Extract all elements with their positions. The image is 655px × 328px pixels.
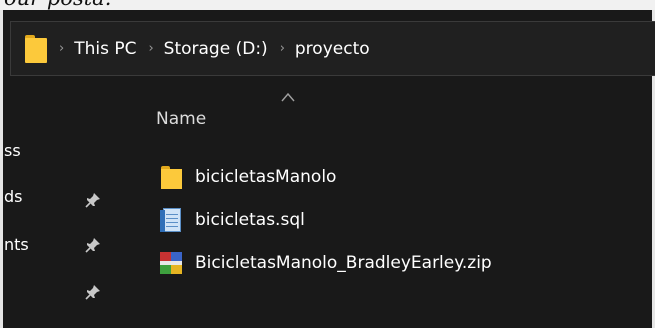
breadcrumb-separator[interactable]: › — [148, 41, 153, 56]
breadcrumb-proyecto[interactable]: proyecto — [295, 39, 370, 59]
list-item[interactable]: BicicletasManolo_BradleyEarley.zip — [157, 249, 492, 277]
list-item[interactable]: bicicletas.sql — [157, 206, 305, 234]
nav-item-documents[interactable]: nts — [4, 235, 29, 254]
breadcrumb-separator[interactable]: › — [280, 41, 285, 56]
folder-icon — [157, 163, 185, 191]
column-header-name[interactable]: Name — [156, 109, 206, 129]
breadcrumb-storage-d[interactable]: Storage (D:) — [164, 39, 268, 59]
winrar-archive-icon — [157, 249, 185, 277]
pin-icon[interactable] — [85, 192, 101, 208]
address-bar[interactable]: › This PC › Storage (D:) › proyecto — [10, 21, 655, 76]
file-name: bicicletas.sql — [195, 210, 305, 230]
pin-icon[interactable] — [85, 237, 101, 253]
folder-icon — [25, 34, 47, 63]
nav-item-downloads[interactable]: ds — [4, 187, 23, 206]
sort-ascending-icon — [281, 92, 295, 102]
list-item[interactable]: bicicletasManolo — [157, 163, 336, 191]
file-name: bicicletasManolo — [195, 167, 337, 187]
sql-file-icon — [157, 206, 185, 234]
nav-item-quick-access[interactable]: ss — [4, 141, 21, 160]
pin-icon[interactable] — [85, 284, 101, 300]
top-caption-strip: our posta. — [0, 0, 655, 10]
file-name: BicicletasManolo_BradleyEarley.zip — [195, 253, 492, 273]
breadcrumb-this-pc[interactable]: This PC — [74, 39, 136, 59]
top-caption: our posta. — [4, 0, 111, 10]
breadcrumb-separator[interactable]: › — [59, 41, 64, 56]
